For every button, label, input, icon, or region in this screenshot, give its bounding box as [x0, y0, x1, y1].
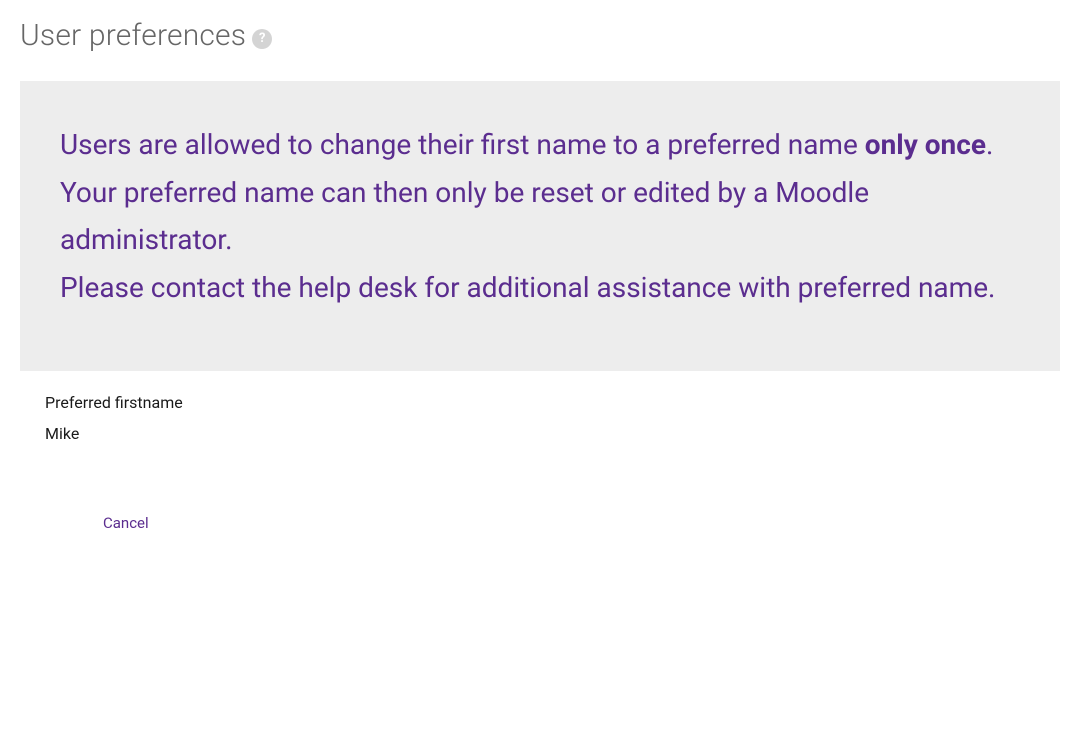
preferred-firstname-label: Preferred firstname	[45, 393, 1035, 412]
form-section: Preferred firstname Mike Cancel	[20, 383, 1060, 532]
notice-box: Users are allowed to change their first …	[20, 81, 1060, 371]
help-icon[interactable]: ?	[252, 29, 272, 49]
preferred-firstname-value: Mike	[45, 424, 1035, 443]
notice-line3: Please contact the help desk for additio…	[60, 271, 995, 304]
notice-text: Users are allowed to change their first …	[60, 121, 1020, 311]
cancel-button[interactable]: Cancel	[103, 514, 149, 532]
notice-line1-pre: Users are allowed to change their first …	[60, 128, 865, 161]
notice-line1-bold: only once	[865, 128, 986, 161]
page-title: User preferences	[20, 18, 246, 53]
notice-line1-post: .	[986, 128, 993, 161]
notice-line2: Your preferred name can then only be res…	[60, 176, 869, 257]
page-heading: User preferences ?	[20, 18, 1060, 53]
